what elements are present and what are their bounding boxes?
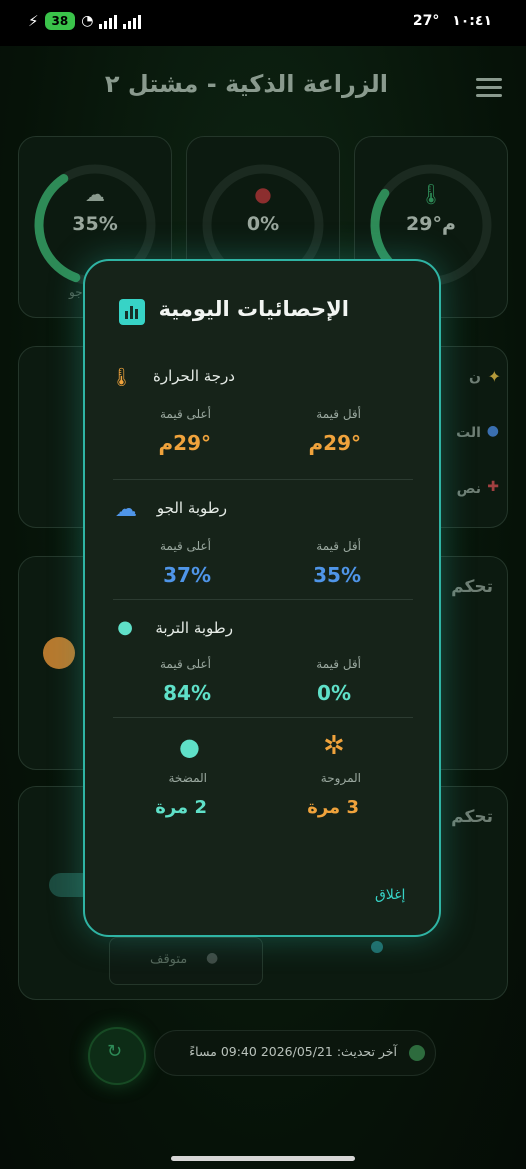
- soil-moisture-max-label: أعلى قيمة: [159, 657, 211, 671]
- pump-label: المضخة: [168, 771, 207, 785]
- tip-line-3: نص: [456, 481, 481, 497]
- divider: [113, 717, 413, 718]
- air-humidity-max-label: أعلى قيمة: [159, 539, 211, 553]
- bar-chart-icon: [119, 299, 145, 325]
- home-indicator[interactable]: [171, 1156, 355, 1161]
- thermometer-icon: 🌡: [418, 182, 444, 206]
- refresh-button[interactable]: ↻: [88, 1027, 146, 1085]
- air-humidity-label: رطوبة الجو: [156, 499, 227, 517]
- soil-moisture-min-value: 0%: [317, 681, 351, 705]
- status-temp: 27°: [412, 13, 440, 29]
- temperature-max-value: 29°م: [158, 431, 211, 455]
- signal-icon: [99, 13, 118, 29]
- charging-icon: ⚡: [28, 12, 39, 30]
- cloud-icon: ☁: [115, 497, 137, 522]
- divider: [113, 599, 413, 600]
- soil-moisture-max-value: 84%: [163, 681, 211, 705]
- status-right: 27° ١٠:٤١: [413, 13, 492, 29]
- pump-count: 2 مرة: [155, 797, 207, 818]
- gauge-value: 35%: [72, 213, 118, 235]
- temperature-max-label: أعلى قيمة: [159, 407, 211, 421]
- status-left: ⚡ 38 ◔: [28, 12, 142, 30]
- modal-title: الإحصائيات اليومية: [158, 297, 349, 321]
- cloud-icon: ☁: [85, 182, 105, 206]
- refresh-icon: ↻: [107, 1041, 123, 1062]
- gauge-value: 0%: [246, 213, 280, 235]
- last-update-pill: آخر تحديث: 2026/05/21 09:40 مساءً: [154, 1030, 436, 1076]
- signal-icon-2: [123, 13, 142, 29]
- close-button[interactable]: إغلاق: [375, 887, 405, 903]
- temperature-label: درجة الحرارة: [153, 367, 235, 385]
- last-update-text: آخر تحديث: 2026/05/21 09:40 مساءً: [189, 1044, 397, 1059]
- soil-moisture-label: رطوبة التربة: [155, 619, 233, 637]
- air-humidity-min-value: 35%: [313, 563, 361, 587]
- temperature-min-label: أقل قيمة: [316, 407, 361, 421]
- air-humidity-max-value: 37%: [163, 563, 211, 587]
- water-icon: ●: [486, 423, 499, 439]
- soil-moisture-min-label: أقل قيمة: [316, 657, 361, 671]
- air-humidity-min-label: أقل قيمة: [316, 539, 361, 553]
- droplet-icon: ●: [117, 617, 133, 638]
- hamburger-menu-icon[interactable]: [476, 78, 502, 102]
- pump-droplet-icon: ●: [179, 733, 200, 761]
- fan-label: المروحة: [320, 771, 361, 785]
- page-title: الزراعة الذكية - مشتل ٢: [104, 70, 388, 98]
- sparkle-icon: ✦: [487, 367, 501, 386]
- status-time: ١٠:٤١: [452, 13, 492, 29]
- clock-icon: [409, 1045, 425, 1061]
- tip-line-1: ن: [469, 369, 481, 385]
- battery-indicator: 38: [44, 12, 76, 30]
- pin-icon: ✚: [487, 479, 499, 495]
- droplet-icon: ●: [254, 182, 272, 206]
- wifi-icon: ◔: [81, 13, 94, 29]
- fan-count: 3 مرة: [307, 797, 359, 818]
- fan-icon: ✲: [323, 731, 345, 761]
- thermometer-icon: 🌡: [110, 367, 133, 388]
- status-bar: ⚡ 38 ◔ 27° ١٠:٤١: [0, 0, 526, 46]
- temperature-min-value: 29°م: [308, 431, 361, 455]
- gauge-value: 29°م: [406, 213, 456, 235]
- divider: [113, 479, 413, 480]
- daily-stats-modal: الإحصائيات اليومية 🌡 درجة الحرارة أعلى ق…: [83, 259, 441, 937]
